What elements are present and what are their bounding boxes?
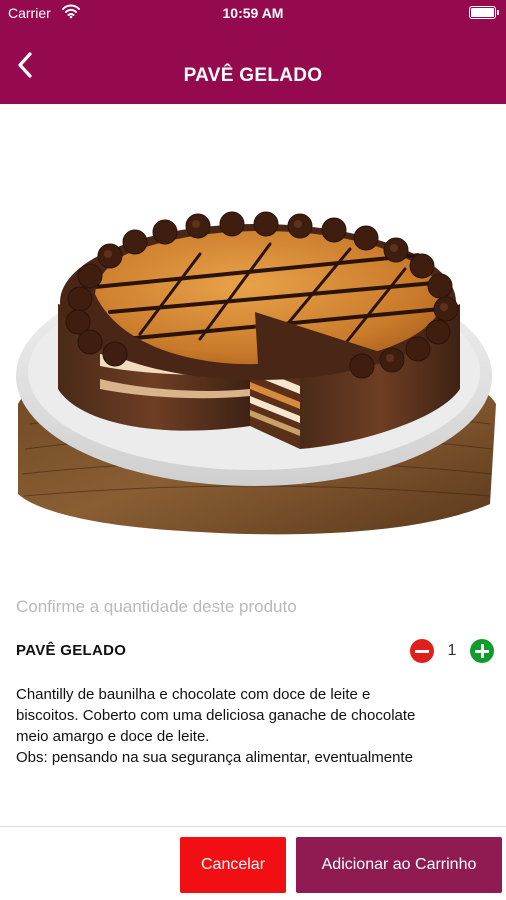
cake-photo: [16, 211, 496, 535]
description-line: meio amargo e doce de leite.: [16, 728, 210, 745]
status-bar: Carrier 10:59 AM: [0, 0, 506, 26]
cancel-button[interactable]: Cancelar: [180, 837, 286, 893]
description-line: Chantilly de baunilha e chocolate com do…: [16, 686, 371, 703]
increase-quantity-button[interactable]: [470, 639, 494, 663]
page-title: PAVÊ GELADO: [183, 65, 323, 86]
nav-bar: PAVÊ GELADO: [0, 26, 506, 104]
status-time: 10:59 AM: [222, 5, 284, 21]
quantity-value: 1: [447, 642, 457, 659]
battery-icon: [469, 6, 499, 19]
decrease-quantity-button[interactable]: [410, 639, 434, 663]
confirm-quantity-hint: Confirme a quantidade deste produto: [16, 597, 297, 616]
quantity-stepper: 1: [410, 638, 494, 664]
product-name: PAVÊ GELADO: [16, 642, 127, 659]
description-line: Obs: pensando na sua segurança alimentar…: [16, 749, 413, 766]
description-line: biscoitos. Coberto com uma deliciosa gan…: [16, 707, 416, 724]
minus-icon: [415, 649, 429, 653]
add-to-cart-button[interactable]: Adicionar ao Carrinho: [296, 837, 502, 893]
footer-bar: Cancelar Adicionar ao Carrinho: [0, 826, 506, 900]
product-description: Chantilly de baunilha e chocolate com do…: [16, 684, 496, 768]
